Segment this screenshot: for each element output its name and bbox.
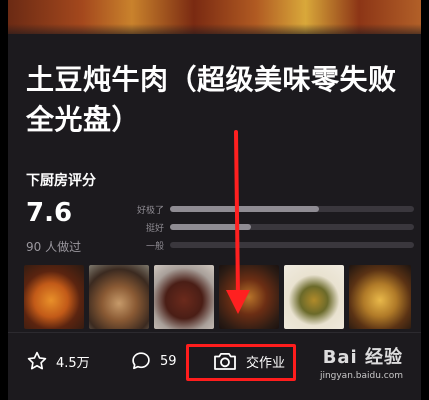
favorite-count: 4.5万 — [56, 355, 90, 371]
rating-bar-track — [170, 242, 414, 248]
user-dish-photo[interactable] — [284, 265, 344, 329]
star-icon — [27, 351, 47, 370]
recipe-title: 土豆炖牛肉（超级美味零失败全光盘） — [26, 63, 397, 136]
watermark-url: jingyan.baidu.com — [319, 371, 403, 381]
comment-count: 59 — [160, 353, 177, 369]
divider — [8, 332, 421, 333]
comment-button[interactable]: 59 — [130, 343, 177, 379]
rating-bar-label: 挺好 — [145, 223, 164, 234]
rating-section-label: 下厨房评分 — [26, 173, 96, 189]
user-photos-strip — [24, 265, 411, 329]
rating-distribution: 好极了 挺好 一般 — [134, 200, 414, 254]
user-dish-photo[interactable] — [349, 265, 411, 329]
rating-bar-fill — [170, 224, 251, 230]
baidu-jingyan-watermark: Bai 经验 jingyan.baidu.com — [320, 343, 403, 381]
rating-score: 7.6 — [26, 198, 73, 228]
favorite-button[interactable]: 4.5万 — [26, 343, 90, 379]
rating-bar-excellent: 好极了 — [134, 200, 414, 218]
user-dish-photo[interactable] — [24, 265, 84, 329]
rating-bar-average: 一般 — [134, 236, 414, 254]
rating-bar-fill — [170, 206, 319, 212]
rating-bar-track — [170, 206, 414, 212]
cooked-count: 90 人做过 — [26, 240, 82, 254]
user-dish-photo[interactable] — [89, 265, 149, 329]
recipe-cover-image — [8, 0, 421, 34]
rating-bar-label: 好极了 — [136, 205, 164, 216]
rating-bar-good: 挺好 — [134, 218, 414, 236]
rating-bar-track — [170, 224, 414, 230]
comment-bubble-icon — [132, 352, 150, 370]
annotation-highlight-box — [186, 344, 296, 381]
user-dish-photo[interactable] — [154, 265, 214, 329]
user-dish-photo[interactable] — [219, 265, 279, 329]
rating-bar-label: 一般 — [145, 241, 164, 252]
watermark-logo: Bai 经验 — [322, 347, 403, 368]
recipe-screen: 土豆炖牛肉（超级美味零失败全光盘） 下厨房评分 7.6 90 人做过 好极了 挺… — [8, 0, 421, 400]
